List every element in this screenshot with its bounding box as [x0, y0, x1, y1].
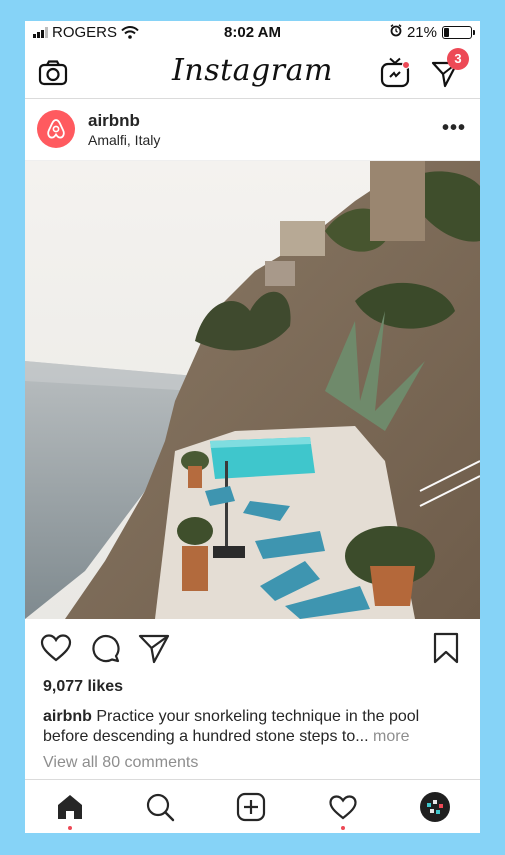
caption-text: Practice your snorkeling technique in th… — [43, 708, 420, 745]
caption-more-link[interactable]: more — [373, 728, 409, 745]
instagram-logo: Instagram — [172, 53, 333, 88]
igtv-icon[interactable] — [380, 57, 410, 89]
post-photo[interactable] — [25, 161, 480, 619]
status-right: 21% — [390, 24, 475, 41]
caption-username[interactable]: airbnb — [43, 708, 92, 725]
battery-percent: 21% — [406, 24, 437, 41]
airbnb-logo-icon — [47, 119, 65, 139]
post-location[interactable]: Amalfi, Italy — [88, 132, 160, 148]
view-comments-link[interactable]: View all 80 comments — [43, 754, 198, 772]
activity-heart-icon[interactable] — [328, 792, 358, 822]
comment-icon[interactable] — [88, 631, 122, 665]
home-icon[interactable] — [55, 792, 85, 822]
battery-icon — [442, 26, 475, 39]
likes-count[interactable]: 9,077 likes — [43, 678, 123, 696]
bookmark-icon[interactable] — [431, 631, 465, 665]
bottom-tab-bar — [25, 779, 480, 833]
more-options-button[interactable]: ••• — [442, 117, 466, 140]
phone-screen: ROGERS 8:02 AM 21% Instagram 3 airbnb Am… — [25, 21, 480, 833]
heart-icon[interactable] — [39, 631, 73, 665]
top-nav: Instagram 3 — [25, 45, 480, 99]
share-icon[interactable] — [137, 631, 171, 665]
post-actions — [25, 619, 480, 675]
post-caption: airbnb Practice your snorkeling techniqu… — [43, 707, 468, 747]
status-bar: ROGERS 8:02 AM 21% — [25, 21, 480, 45]
profile-avatar[interactable] — [420, 792, 450, 822]
post-avatar[interactable] — [37, 110, 75, 148]
direct-badge: 3 — [447, 48, 469, 70]
search-icon[interactable] — [145, 792, 175, 822]
activity-indicator-dot — [341, 826, 345, 830]
add-post-icon[interactable] — [236, 792, 266, 822]
home-indicator-dot — [68, 826, 72, 830]
alarm-icon — [390, 24, 402, 41]
post-username[interactable]: airbnb — [88, 111, 140, 131]
post-header: airbnb Amalfi, Italy ••• — [25, 99, 480, 161]
